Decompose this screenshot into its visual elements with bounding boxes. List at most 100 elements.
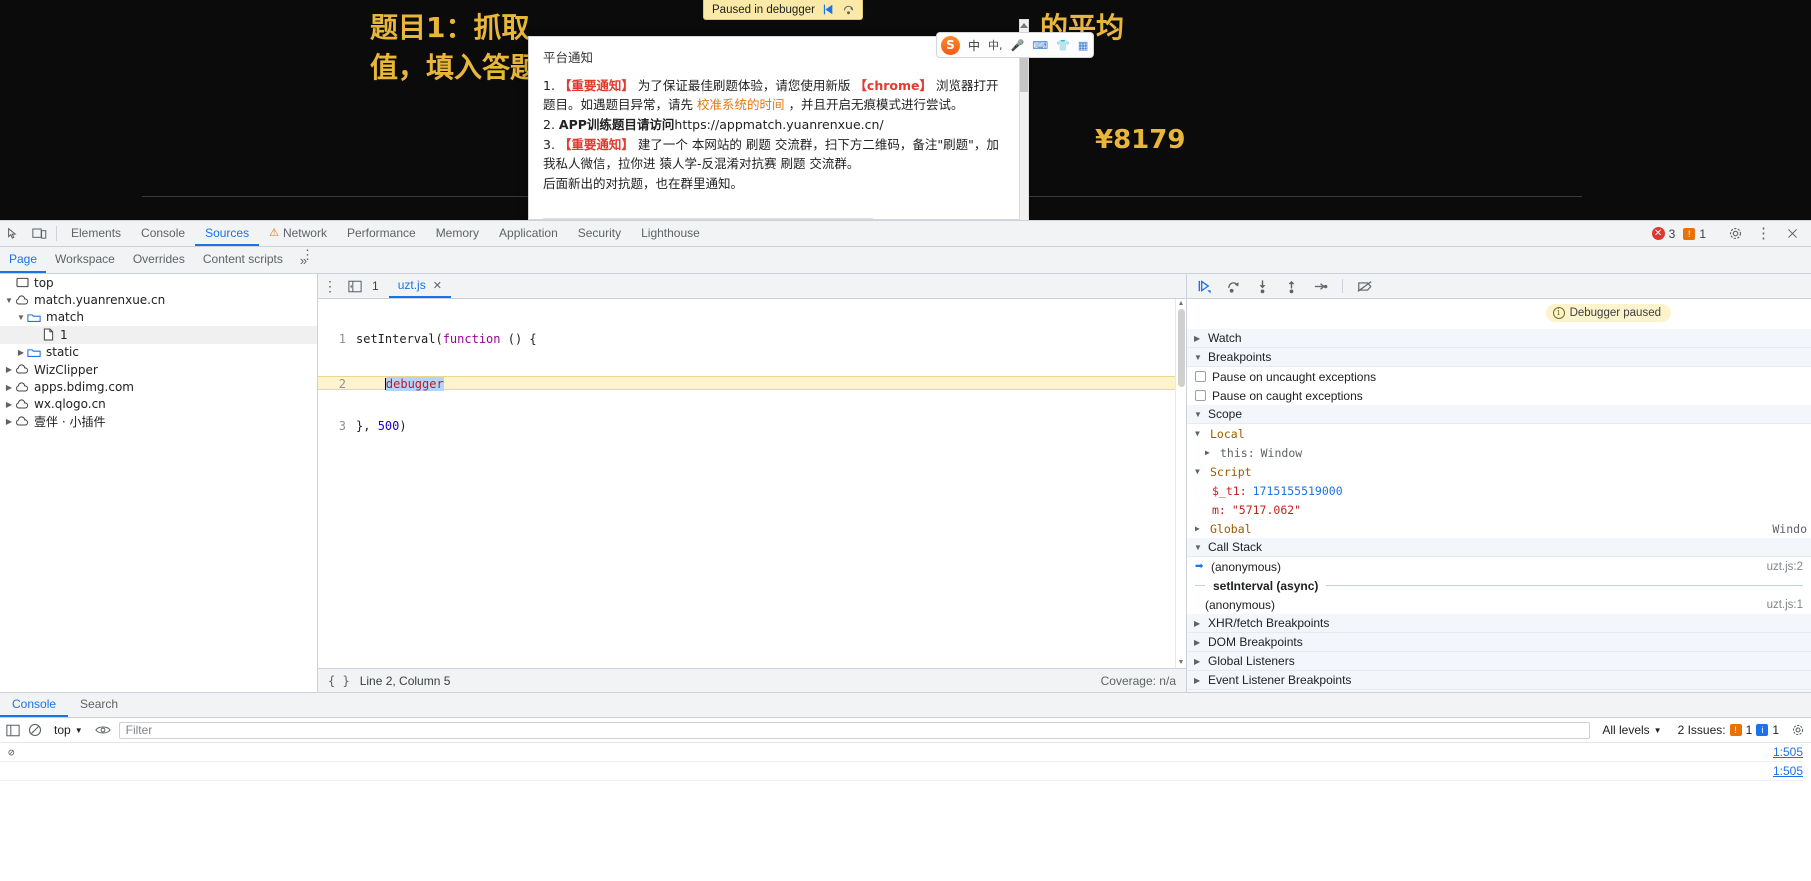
step-into-next-function-icon[interactable] <box>1255 279 1270 294</box>
checkbox-icon[interactable] <box>1195 390 1206 401</box>
section-scope[interactable]: ▼ Scope <box>1187 405 1811 424</box>
tree-item-match-yuanrenxue[interactable]: ▼ match.yuanrenxue.cn <box>0 291 317 308</box>
twisty-icon[interactable]: ▼ <box>4 296 14 305</box>
step-out-of-function-icon[interactable] <box>1284 279 1299 294</box>
tab-lighthouse[interactable]: Lighthouse <box>631 221 710 246</box>
tab-application[interactable]: Application <box>489 221 568 246</box>
microphone-icon[interactable]: 🎤 <box>1011 39 1025 52</box>
scope-property-t1[interactable]: $_t1: 1715155519000 <box>1187 481 1811 500</box>
console-issues-chip[interactable]: 2 Issues: ! 1 i 1 <box>1674 723 1783 737</box>
scope-property-m[interactable]: m: "5717.062" <box>1187 500 1811 519</box>
checkbox-pause-caught-exceptions[interactable]: Pause on caught exceptions <box>1187 386 1811 405</box>
checkbox-pause-uncaught-exceptions[interactable]: Pause on uncaught exceptions <box>1187 367 1811 386</box>
tree-item-static[interactable]: ▶ static <box>0 344 317 361</box>
section-xhr-fetch-breakpoints[interactable]: ▶ XHR/fetch Breakpoints <box>1187 614 1811 633</box>
section-event-listener-breakpoints[interactable]: ▶ Event Listener Breakpoints <box>1187 671 1811 690</box>
step-over-next-function-icon[interactable] <box>1226 279 1241 294</box>
scroll-up-arrow-icon[interactable]: ▲ <box>1176 299 1186 309</box>
section-breakpoints[interactable]: ▼ Breakpoints <box>1187 348 1811 367</box>
twisty-icon[interactable]: ▼ <box>16 313 26 322</box>
tab-console[interactable]: Console <box>131 221 195 246</box>
console-sidebar-icon[interactable] <box>6 724 20 737</box>
tree-item-apps-bdimg[interactable]: ▶ apps.bdimg.com <box>0 378 317 395</box>
tree-item-yiban-plugin[interactable]: ▶ 壹伴 · 小插件 <box>0 413 317 430</box>
gear-icon[interactable] <box>1722 226 1748 241</box>
twisty-icon[interactable]: ▶ <box>4 400 14 409</box>
subtab-workspace[interactable]: Workspace <box>46 247 124 273</box>
tree-item-top[interactable]: top <box>0 274 317 291</box>
twisty-icon[interactable]: ▶ <box>4 417 14 426</box>
close-icon[interactable]: ✕ <box>433 279 442 292</box>
scope-local[interactable]: ▼ Local <box>1187 424 1811 443</box>
section-csp-violation-breakpoints[interactable]: ▶ CSP Violation Breakpoints <box>1187 690 1811 692</box>
scroll-up-arrow-icon[interactable] <box>1020 23 1028 28</box>
navigator-more-options-icon[interactable]: ⋮ <box>293 247 322 263</box>
tab-performance[interactable]: Performance <box>337 221 426 246</box>
tab-sources[interactable]: Sources <box>195 221 260 246</box>
subtab-content-scripts[interactable]: Content scripts <box>194 247 292 273</box>
drawer-tab-search[interactable]: Search <box>68 693 130 717</box>
console-log-levels-selector[interactable]: All levels ▼ <box>1598 723 1665 737</box>
tab-network[interactable]: ⚠ Network <box>259 221 337 246</box>
tree-item-file-1[interactable]: 1 <box>0 326 317 344</box>
notification-app-url[interactable]: https://appmatch.yuanrenxue.cn/ <box>674 117 883 132</box>
section-call-stack[interactable]: ▼ Call Stack <box>1187 538 1811 557</box>
show-navigator-icon[interactable] <box>342 274 368 298</box>
device-toolbar-icon[interactable] <box>26 221 52 246</box>
resume-script-icon[interactable] <box>822 3 835 16</box>
step-over-icon[interactable] <box>842 3 855 16</box>
code-editor[interactable]: 1 setInterval(function () { 2 debugger 3… <box>318 299 1186 668</box>
skin-icon[interactable]: 👕 <box>1056 39 1070 52</box>
tree-item-match-folder[interactable]: ▼ match <box>0 309 317 326</box>
scope-property-this[interactable]: ▶ this: Window <box>1187 443 1811 462</box>
sogou-ime-toolbar[interactable]: S 中 中, 🎤 ⌨ 👕 ▦ <box>936 32 1094 58</box>
editor-scrollbar[interactable]: ▲ ▼ <box>1175 299 1186 668</box>
file-tab-uzt-js[interactable]: uzt.js ✕ <box>388 274 451 298</box>
clear-console-icon[interactable] <box>28 723 42 737</box>
inspect-element-icon[interactable] <box>0 221 26 246</box>
live-expression-icon[interactable] <box>94 724 111 736</box>
keyboard-toggle-icon[interactable]: 中, <box>988 37 1003 53</box>
section-watch[interactable]: ▶ Watch <box>1187 329 1811 348</box>
ime-mode-label[interactable]: 中 <box>968 37 980 54</box>
subtab-page[interactable]: Page <box>0 247 47 273</box>
twisty-icon[interactable]: ▶ <box>16 348 26 357</box>
console-messages[interactable]: ⊘ 1:505 1:505 <box>0 743 1811 881</box>
step-icon[interactable] <box>1313 279 1328 294</box>
tree-item-wizclipper[interactable]: ▶ WizClipper <box>0 361 317 378</box>
call-stack-frame-0[interactable]: ➡ (anonymous) uzt.js:2 <box>1187 557 1811 576</box>
sogou-logo-icon[interactable]: S <box>941 35 960 55</box>
apps-icon[interactable]: ▦ <box>1078 39 1088 52</box>
keyboard-icon[interactable]: ⌨ <box>1032 39 1048 52</box>
deactivate-breakpoints-icon[interactable] <box>1357 279 1373 294</box>
gear-icon[interactable] <box>1791 723 1805 737</box>
section-dom-breakpoints[interactable]: ▶ DOM Breakpoints <box>1187 633 1811 652</box>
error-count-badge[interactable]: ✕ 3 <box>1649 227 1679 241</box>
tab-memory[interactable]: Memory <box>426 221 489 246</box>
editor-more-options-icon[interactable]: ⋮ <box>318 274 342 298</box>
tree-item-wx-qlogo[interactable]: ▶ wx.qlogo.cn <box>0 396 317 413</box>
twisty-icon[interactable]: ▶ <box>4 383 14 392</box>
console-row[interactable]: 1:505 <box>0 762 1811 781</box>
scope-global[interactable]: ▶ Global Windo <box>1187 519 1811 538</box>
call-stack-frame-1[interactable]: (anonymous) uzt.js:1 <box>1187 595 1811 614</box>
console-scrollbar[interactable] <box>1803 743 1811 881</box>
warning-count-badge[interactable]: ! 1 <box>1680 227 1709 241</box>
scroll-down-arrow-icon[interactable]: ▼ <box>1176 658 1186 668</box>
section-global-listeners[interactable]: ▶ Global Listeners <box>1187 652 1811 671</box>
console-context-selector[interactable]: top ▼ <box>50 723 87 737</box>
close-icon[interactable] <box>1779 227 1805 240</box>
tab-elements[interactable]: Elements <box>61 221 131 246</box>
resume-script-icon[interactable] <box>1197 279 1212 294</box>
scrollbar-thumb[interactable] <box>1177 309 1185 387</box>
checkbox-icon[interactable] <box>1195 371 1206 382</box>
console-filter-input[interactable] <box>118 721 1591 739</box>
console-row[interactable]: ⊘ 1:505 <box>0 743 1811 762</box>
pretty-print-icon[interactable]: { } <box>328 674 350 688</box>
twisty-icon[interactable]: ▶ <box>4 365 14 374</box>
drawer-tab-console[interactable]: Console <box>0 693 69 717</box>
scope-script[interactable]: ▼ Script <box>1187 462 1811 481</box>
tab-security[interactable]: Security <box>568 221 631 246</box>
kebab-menu-icon[interactable]: ⋮ <box>1750 226 1777 241</box>
subtab-overrides[interactable]: Overrides <box>124 247 194 273</box>
